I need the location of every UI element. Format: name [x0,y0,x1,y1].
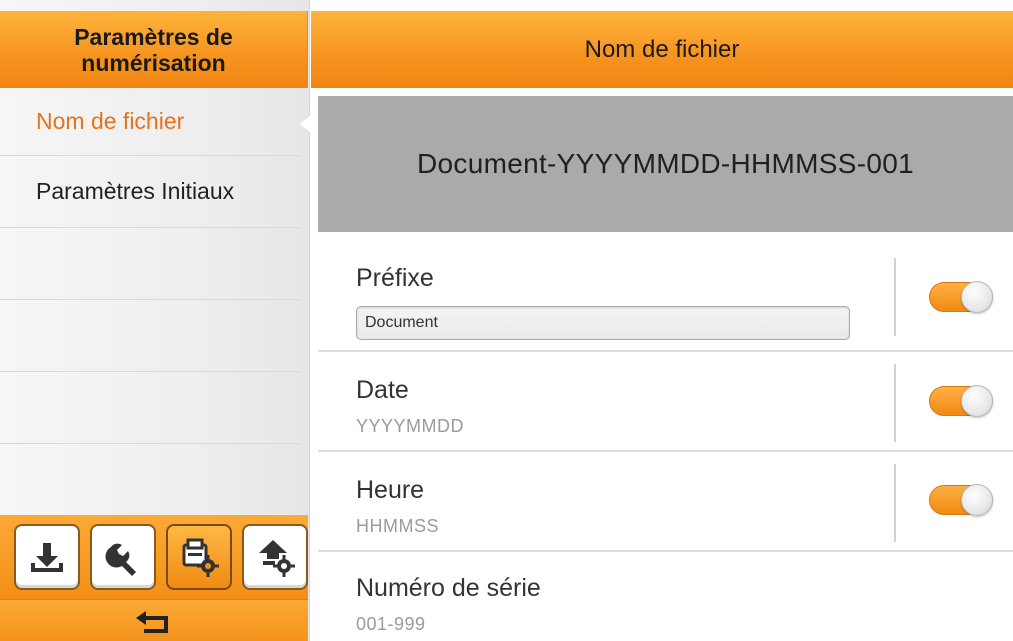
sidebar-item-initial-settings[interactable]: Paramètres Initiaux [0,156,300,228]
time-format: HHMMSS [356,516,439,536]
serial-row: Numéro de série 001-999 [318,552,1013,641]
sidebar-item-label: Paramètres Initiaux [36,178,235,204]
serial-label: Numéro de série [356,574,541,602]
sidebar: Paramètres de numérisation Nom de fichie… [0,0,312,641]
toggle-knob [961,281,993,313]
upload-settings-button[interactable] [242,524,308,590]
date-toggle[interactable] [929,385,993,417]
prefix-input[interactable] [356,306,850,340]
toggle-knob [961,385,993,417]
time-row: Heure HHMMSS [318,452,1013,552]
sidebar-item-empty [0,228,300,300]
sidebar-list: Nom de fichier Paramètres Initiaux [0,88,312,444]
sidebar-title: Paramètres de numérisation [0,11,308,88]
serial-range: 001-999 [356,614,426,634]
download-icon [31,543,63,572]
sidebar-item-empty [0,300,300,372]
prefix-row: Préfixe [318,240,1013,352]
prefix-toggle[interactable] [929,281,993,313]
row-divider [894,364,896,442]
back-button[interactable] [0,599,308,641]
download-button[interactable] [14,524,80,590]
sidebar-item-label: Nom de fichier [36,108,185,134]
scan-settings-button[interactable] [166,524,232,590]
date-format: YYYYMMDD [356,416,465,436]
row-divider [894,258,896,336]
bottom-toolbar [0,515,308,599]
active-indicator [300,114,312,134]
prefix-label: Préfixe [356,264,434,292]
date-row: Date YYYYMMDD [318,352,1013,452]
sidebar-item-file-name[interactable]: Nom de fichier [0,88,312,156]
page-title: Nom de fichier [311,11,1013,88]
time-label: Heure [356,476,425,504]
scan-settings-icon [182,538,219,577]
row-divider [894,464,896,542]
date-label: Date [356,376,409,404]
back-arrow-icon [136,610,168,633]
time-toggle[interactable] [929,484,993,516]
toggle-knob [961,484,993,516]
tools-button[interactable] [90,524,156,590]
sidebar-item-empty [0,372,300,444]
wrench-icon [105,543,136,576]
file-name-preview: Document-YYYYMMDD-HHMMSS-001 [318,96,1013,232]
upload-settings-icon [259,540,295,577]
